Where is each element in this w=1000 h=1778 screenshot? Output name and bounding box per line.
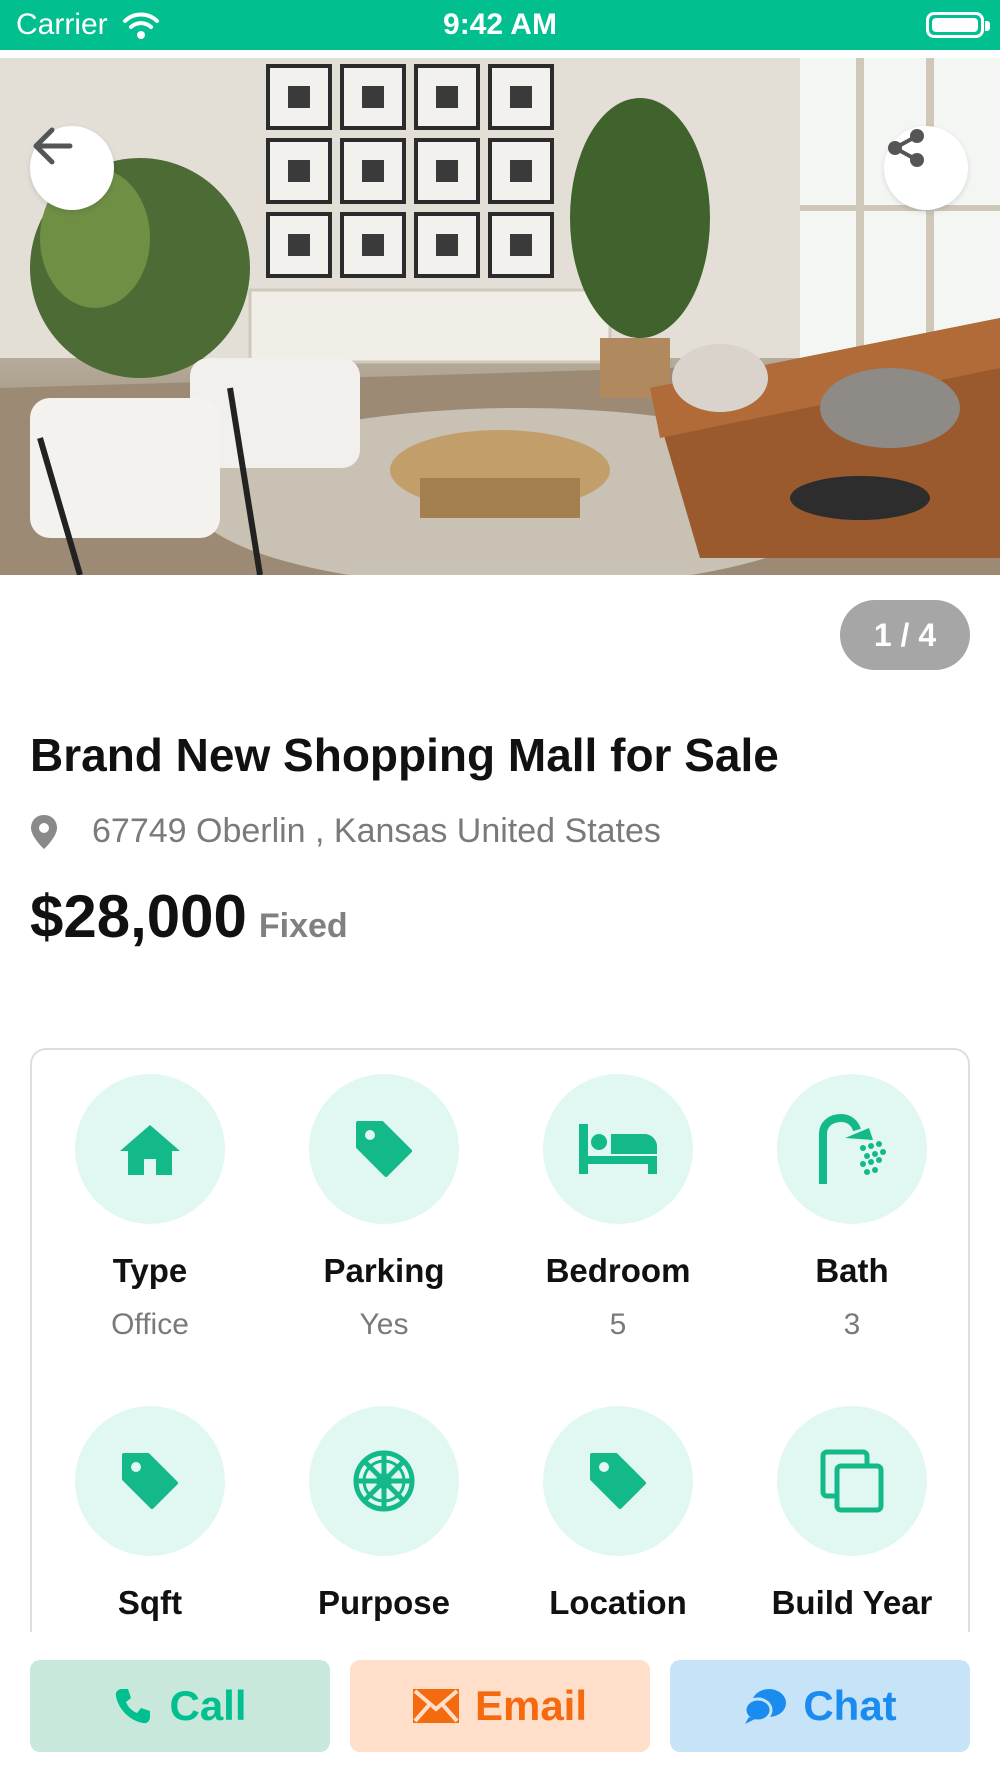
feature-parking: Parking Yes: [284, 1074, 484, 1342]
feature-bedroom: Bedroom 5: [518, 1074, 718, 1342]
address-text: 67749 Oberlin , Kansas United States: [92, 812, 661, 850]
feature-icon-circle: [309, 1074, 459, 1224]
listing-title: Brand New Shopping Mall for Sale: [30, 729, 779, 781]
chat-bubble-icon: [743, 1689, 787, 1724]
call-label: Call: [169, 1682, 247, 1729]
feature-purpose: Purpose: [284, 1406, 484, 1622]
chat-label: Chat: [803, 1682, 897, 1729]
back-button[interactable]: [30, 126, 114, 210]
feature-label: Purpose: [317, 1584, 451, 1621]
phone-icon: [116, 1689, 151, 1724]
feature-sqft: Sqft: [50, 1406, 250, 1622]
feature-icon-circle: [543, 1074, 693, 1224]
tag-icon: [356, 1121, 412, 1177]
feature-value: Yes: [359, 1308, 409, 1341]
feature-label: Bath: [815, 1252, 889, 1289]
feature-icon-circle: [543, 1406, 693, 1556]
home-icon: [120, 1125, 180, 1175]
feature-icon-circle: [777, 1406, 927, 1556]
feature-label: Parking: [323, 1252, 445, 1289]
share-button[interactable]: [884, 126, 968, 210]
feature-icon-circle: [75, 1406, 225, 1556]
feature-icon-circle: [777, 1074, 927, 1224]
bed-icon: [579, 1124, 657, 1174]
arrow-left-icon: [33, 127, 73, 165]
feature-icon-circle: [309, 1406, 459, 1556]
status-bar: Carrier 9:42 AM: [0, 0, 1000, 50]
feature-label: Build Year: [771, 1584, 933, 1621]
tag-icon: [590, 1453, 646, 1509]
copy-icon: [820, 1449, 884, 1513]
living-room-photo: [0, 58, 1000, 575]
feature-build-year: Build Year: [752, 1406, 952, 1622]
shower-icon: [819, 1114, 886, 1184]
galactic-empire-icon: [353, 1450, 415, 1512]
location-pin-icon: [31, 814, 57, 849]
feature-label: Type: [112, 1252, 188, 1289]
clock: 9:42 AM: [443, 8, 557, 41]
price-row: $28,000 Fixed: [30, 882, 348, 951]
feature-bath: Bath 3: [752, 1074, 952, 1342]
email-label: Email: [474, 1682, 588, 1729]
feature-value: Office: [111, 1308, 189, 1341]
feature-type: Type Office: [50, 1074, 250, 1342]
price-type: Fixed: [258, 907, 348, 945]
feature-value: 3: [843, 1308, 861, 1341]
tag-icon: [122, 1453, 178, 1509]
envelope-icon: [412, 1689, 459, 1723]
listing-address: 67749 Oberlin , Kansas United States: [30, 812, 661, 851]
feature-label: Location: [549, 1584, 687, 1621]
feature-label: Sqft: [117, 1584, 183, 1621]
chat-button[interactable]: Chat: [670, 1660, 970, 1752]
price-value: $28,000: [30, 883, 247, 950]
email-button[interactable]: Email: [350, 1660, 650, 1752]
battery-icon: [926, 12, 990, 38]
feature-value: 5: [609, 1308, 627, 1341]
bottom-action-bar: Call Email Chat: [0, 1632, 1000, 1778]
call-button[interactable]: Call: [30, 1660, 330, 1752]
feature-label: Bedroom: [545, 1252, 691, 1289]
property-photo[interactable]: [0, 58, 1000, 575]
share-icon: [888, 129, 924, 167]
image-counter-badge: 1 / 4: [840, 600, 970, 670]
feature-location: Location: [518, 1406, 718, 1622]
feature-icon-circle: [75, 1074, 225, 1224]
